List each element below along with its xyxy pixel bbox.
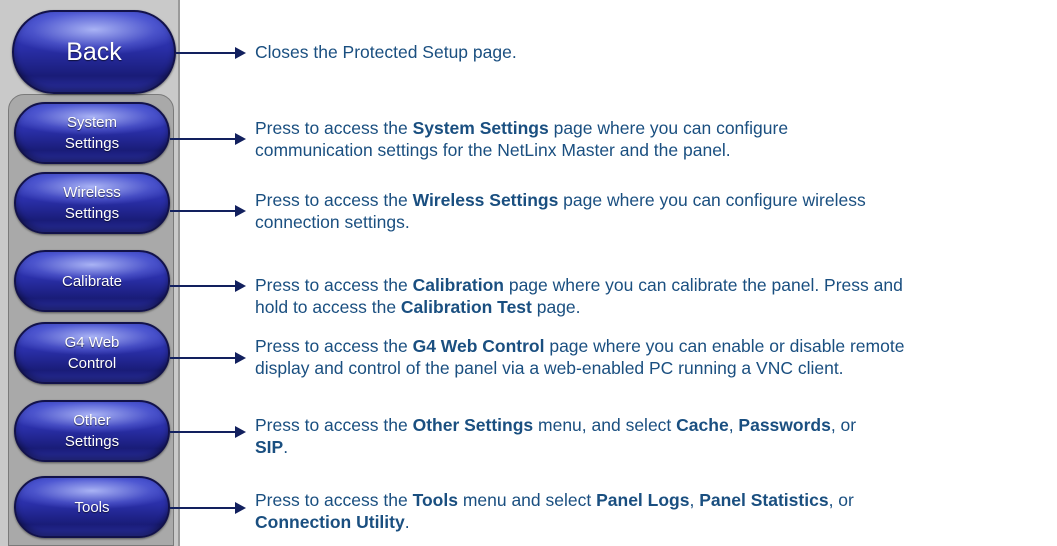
other-description-text-4: , or <box>830 415 857 435</box>
other-settings-button[interactable]: Other Settings <box>14 400 170 462</box>
g4-description: Press to access the G4 Web Control page … <box>255 335 1055 379</box>
tools-button[interactable]: Tools <box>14 476 170 538</box>
other-description-text-1: Press to access the <box>255 415 413 435</box>
other-description-text-2: menu, and select <box>533 415 677 435</box>
calibrate-description-text-1: Press to access the <box>255 275 413 295</box>
other-description-text-3: , <box>728 415 739 435</box>
calibrate-description-text-4: page. <box>531 297 581 317</box>
tools-description-bold-1: Tools <box>412 490 458 510</box>
g4-web-control-button-label: G4 Web Control <box>64 334 120 372</box>
tools-pointer-arrow <box>170 502 246 514</box>
wireless-description-text-2: page where you can configure wireless <box>558 190 866 210</box>
back-button-label: Back <box>66 37 122 66</box>
system-pointer-arrow <box>170 133 246 145</box>
tools-description-bold-2: Panel Logs <box>596 490 690 510</box>
wireless-settings-button-label: Wireless Settings <box>63 184 121 222</box>
tools-description-text-1: Press to access the <box>255 490 413 510</box>
other-description-bold-3: Passwords <box>738 415 831 435</box>
back-description-text: Closes the Protected Setup page. <box>255 42 517 62</box>
other-description: Press to access the Other Settings menu,… <box>255 414 1055 458</box>
system-description-text-1: Press to access the <box>255 118 413 138</box>
calibrate-button[interactable]: Calibrate <box>14 250 170 312</box>
g4-description-text-1: Press to access the <box>255 336 413 356</box>
g4-description-text-2: page where you can enable or disable rem… <box>544 336 905 356</box>
calibrate-description-text-3: hold to access the <box>255 297 401 317</box>
tools-description-text-5: . <box>404 512 410 532</box>
calibrate-button-label: Calibrate <box>61 272 123 290</box>
wireless-settings-button[interactable]: Wireless Settings <box>14 172 170 234</box>
g4-web-control-button[interactable]: G4 Web Control <box>14 322 170 384</box>
system-description-text-3: communication settings for the NetLinx M… <box>255 140 731 160</box>
system-settings-button-label: System Settings <box>64 114 120 152</box>
system-description: Press to access the System Settings page… <box>255 117 1055 161</box>
system-description-bold-1: System Settings <box>412 118 549 138</box>
tools-description-text-4: , or <box>828 490 854 510</box>
calibrate-description-bold-2: Calibration Test <box>400 297 532 317</box>
calibrate-description: Press to access the Calibration page whe… <box>255 274 1055 318</box>
calibrate-description-text-2: page where you can calibrate the panel. … <box>503 275 903 295</box>
other-description-text-5: . <box>283 437 289 457</box>
tools-button-label: Tools <box>74 498 110 516</box>
system-description-text-2: page where you can configure <box>548 118 789 138</box>
wireless-description-bold-1: Wireless Settings <box>412 190 559 210</box>
other-pointer-arrow <box>170 426 246 438</box>
g4-description-text-3: display and control of the panel via a w… <box>255 358 844 378</box>
tools-description-text-2: menu and select <box>457 490 597 510</box>
tools-description-bold-4: Connection Utility <box>255 512 405 532</box>
back-pointer-arrow <box>176 47 246 59</box>
other-description-bold-1: Other Settings <box>412 415 534 435</box>
g4-pointer-arrow <box>170 352 246 364</box>
system-settings-button[interactable]: System Settings <box>14 102 170 164</box>
wireless-description-text-1: Press to access the <box>255 190 413 210</box>
calibrate-description-bold-1: Calibration <box>412 275 504 295</box>
other-description-bold-2: Cache <box>676 415 729 435</box>
tools-description: Press to access the Tools menu and selec… <box>255 489 1055 533</box>
wireless-description: Press to access the Wireless Settings pa… <box>255 189 1055 233</box>
panel-edge <box>178 0 180 546</box>
g4-description-bold-1: G4 Web Control <box>412 336 545 356</box>
back-description: Closes the Protected Setup page. <box>255 41 1055 63</box>
tools-description-bold-3: Panel Statistics <box>699 490 829 510</box>
tools-description-text-3: , <box>689 490 700 510</box>
wireless-description-text-3: connection settings. <box>255 212 410 232</box>
wireless-pointer-arrow <box>170 205 246 217</box>
other-description-bold-4: SIP <box>255 437 284 457</box>
other-settings-button-label: Other Settings <box>64 412 120 450</box>
back-button[interactable]: Back <box>12 10 176 94</box>
calibrate-pointer-arrow <box>170 280 246 292</box>
